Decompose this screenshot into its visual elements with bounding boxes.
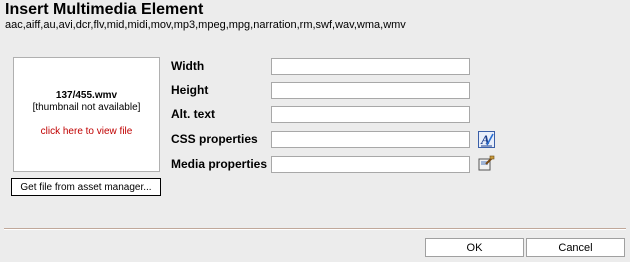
cancel-button[interactable]: Cancel <box>526 238 625 257</box>
alt-text-label: Alt. text <box>171 107 216 121</box>
css-properties-label: CSS properties <box>171 132 258 146</box>
file-preview: 137/455.wmv [thumbnail not available] cl… <box>13 57 160 172</box>
css-style-icon[interactable]: A <box>478 131 495 148</box>
svg-text:A: A <box>480 132 490 147</box>
media-properties-input[interactable] <box>271 156 470 173</box>
media-properties-label: Media properties <box>171 157 268 171</box>
height-label: Height <box>171 83 209 97</box>
height-input[interactable] <box>271 82 470 99</box>
dialog-title: Insert Multimedia Element <box>5 1 204 18</box>
width-label: Width <box>171 59 205 73</box>
width-input[interactable] <box>271 58 470 75</box>
supported-formats: aac,aiff,au,avi,dcr,flv,mid,midi,mov,mp3… <box>5 19 406 31</box>
thumbnail-note: [thumbnail not available] <box>32 102 141 113</box>
alt-text-input[interactable] <box>271 106 470 123</box>
view-file-link[interactable]: click here to view file <box>14 126 159 137</box>
footer-divider <box>4 228 626 230</box>
asset-manager-button[interactable]: Get file from asset manager... <box>11 178 161 196</box>
css-properties-input[interactable] <box>271 131 470 148</box>
ok-button[interactable]: OK <box>425 238 524 257</box>
preview-filename: 137/455.wmv <box>55 90 118 101</box>
media-properties-icon[interactable] <box>478 155 495 172</box>
